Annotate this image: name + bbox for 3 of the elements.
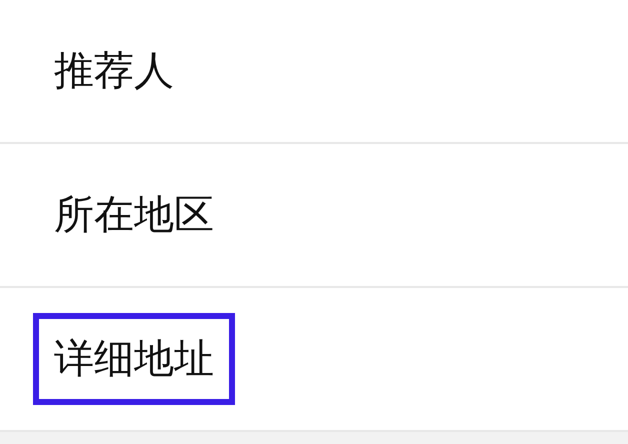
field-label: 推荐人 [53, 47, 175, 96]
field-label: 详细地址 [33, 313, 235, 405]
field-label: 所在地区 [53, 191, 215, 240]
